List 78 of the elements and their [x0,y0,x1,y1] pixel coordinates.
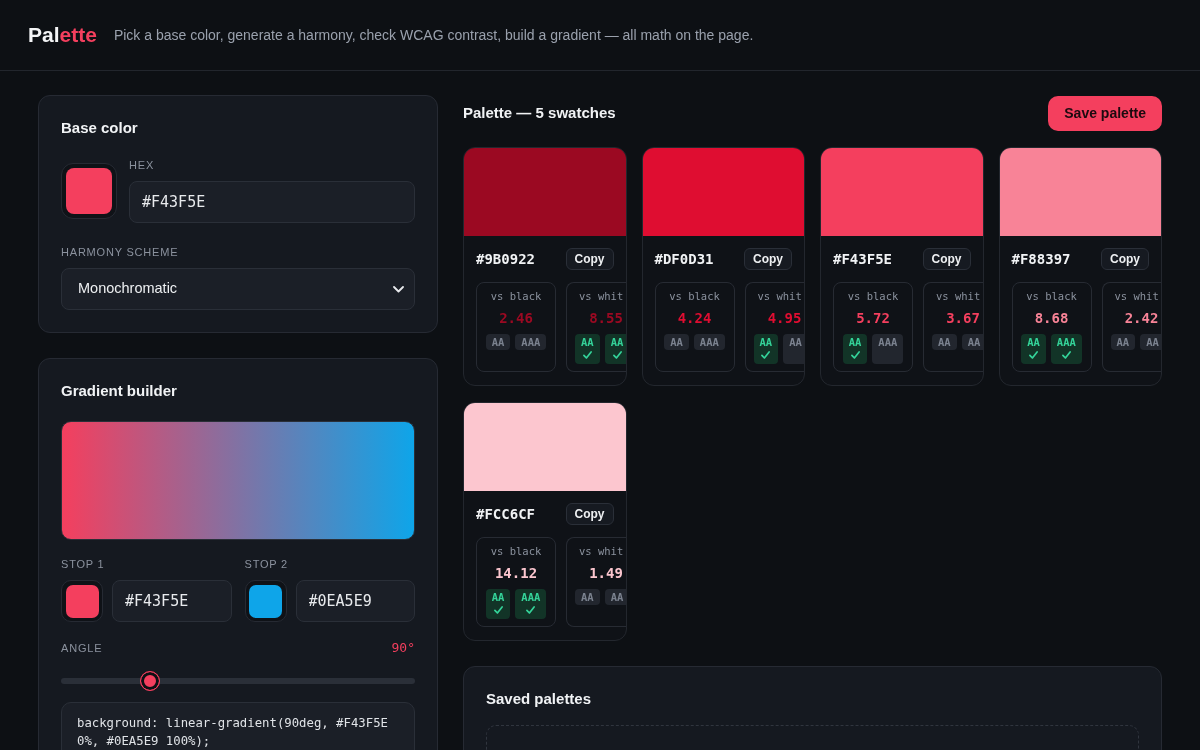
tagline: Pick a base color, generate a harmony, check WCAG contrast, build a gradient — all math on the page. [113,26,754,45]
hex-code: #F88397 [1011,250,1071,268]
contrast-ratio: 8.55 [589,310,623,326]
wcag-level: AA [759,335,773,350]
wcag-level: AA [789,335,802,350]
copy-button[interactable]: Copy [565,248,614,270]
contrast-label: vs whit [936,290,981,302]
copy-button[interactable]: Copy [1101,248,1149,270]
contrast-label: vs black [1026,290,1077,302]
slider-thumb[interactable] [139,671,160,691]
contrast-ratio: 5.72 [856,310,890,326]
copy-button[interactable]: Copy [565,503,614,525]
check-icon [493,606,503,614]
wcag-level: AA [938,335,951,350]
contrast-label: vs whit [1114,290,1159,302]
wcag-level: AA [581,590,594,605]
field-label: HEX [129,158,155,172]
contrast-ratio: 14.12 [494,565,538,581]
check-icon [526,606,536,614]
hex-code: #FCC6CF [476,505,535,523]
copy-button[interactable]: Copy [744,248,792,270]
check-icon [1029,351,1038,359]
hex-code: #DF0D31 [654,250,714,268]
wcag-level: AAA [1056,335,1076,350]
check-icon [582,351,592,359]
check-icon [761,351,771,359]
wcag-level: AAA [521,590,541,605]
chevron-down-icon [393,285,404,293]
wcag-level: AA [581,335,594,350]
wcag-level: AA [1116,335,1130,350]
contrast-label: vs black [669,290,720,302]
wcag-level: AA [1027,335,1040,350]
wcag-level: AA [670,335,683,350]
hex-code: #9B0922 [476,250,535,268]
wcag-level: AA [848,335,862,350]
panel-title: Base color [61,118,139,138]
hex-input[interactable]: #0EA5E9 [295,580,415,622]
contrast-ratio: 4.24 [677,310,712,326]
contrast-label: vs whit [757,290,802,302]
contrast-label: vs black [847,290,899,302]
hex-input[interactable]: #F43F5E [112,580,232,622]
app-logo: Palette [28,22,97,48]
contrast-label: vs whit [579,545,624,557]
wcag-level: AA [610,590,624,605]
check-icon [1061,351,1071,359]
contrast-ratio: 2.42 [1124,310,1159,326]
check-icon [612,351,622,359]
angle-value: 90° [391,641,415,655]
section-title: Palette — 5 swatches [463,103,616,123]
field-label: STOP 2 [244,557,289,571]
contrast-ratio: 2.46 [499,310,533,326]
contrast-label: vs black [490,545,542,557]
contrast-ratio: 8.68 [1034,310,1069,326]
panel-title: Gradient builder [61,381,178,401]
wcag-level: AA [1146,335,1159,350]
field-label: STOP 1 [61,557,105,571]
wcag-level: AA [491,590,505,605]
hex-code: #F43F5E [833,250,892,268]
panel-title: Saved palettes [486,689,593,709]
hex-input[interactable]: #F43F5E [129,181,415,223]
wcag-level: AAA [699,335,719,350]
field-label: ANGLE [61,641,103,655]
wcag-level: AAA [521,335,541,350]
wcag-level: AA [610,335,624,350]
contrast-label: vs whit [579,290,624,302]
save-palette-button[interactable]: Save palette [1048,95,1162,131]
wcag-level: AAA [878,335,898,350]
copy-button[interactable]: Copy [922,248,971,270]
css-code: background: linear-gradient(90deg, #F43F5E 0%, #0EA5E9 100%); [61,702,415,750]
contrast-ratio: 4.95 [767,310,802,326]
wcag-level: AA [967,335,981,350]
contrast-ratio: 1.49 [589,565,623,581]
check-icon [850,351,860,359]
contrast-label: vs black [490,290,542,302]
contrast-ratio: 3.67 [946,310,980,326]
field-label: HARMONY SCHEME [61,245,179,259]
harmony-select[interactable]: Monochromatic [61,268,415,310]
wcag-level: AA [491,335,505,350]
